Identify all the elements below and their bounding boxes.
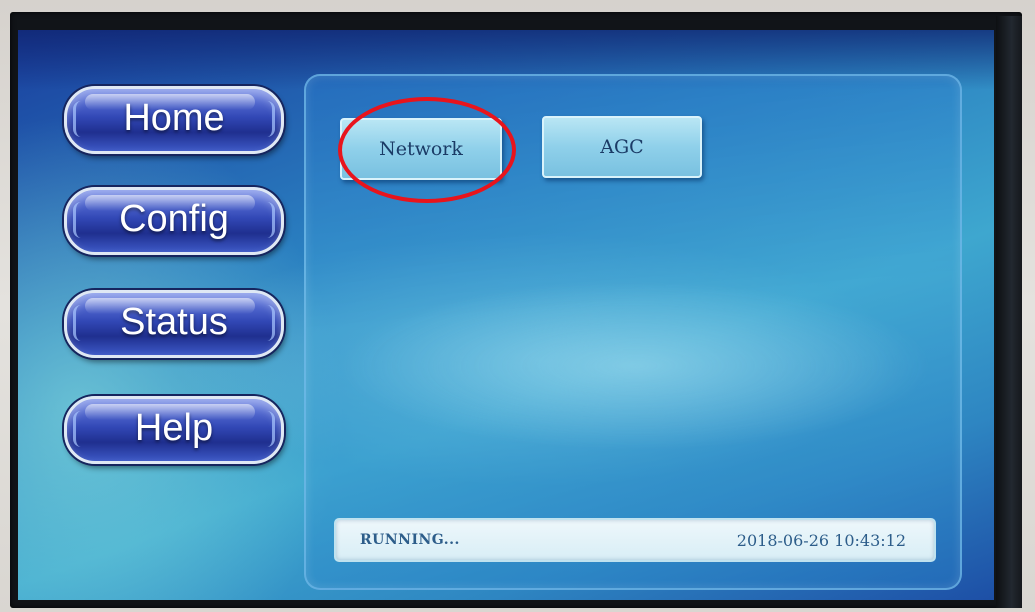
button-bracket-right	[262, 202, 275, 238]
home-button[interactable]: Home	[64, 86, 284, 154]
button-bracket-right	[262, 101, 275, 137]
status-bar: RUNNING... 2018-06-26 10:43:12	[334, 518, 936, 562]
button-bracket-left	[73, 411, 86, 447]
highlight-annotation-circle	[338, 97, 516, 203]
button-bracket-right	[262, 305, 275, 341]
device-frame-edge	[996, 16, 1022, 608]
agc-button[interactable]: AGC	[542, 116, 702, 178]
help-button-label: Help	[134, 406, 214, 449]
help-button[interactable]: Help	[64, 396, 284, 464]
button-bracket-right	[262, 411, 275, 447]
config-button[interactable]: Config	[64, 187, 284, 255]
config-button-label: Config	[119, 197, 229, 240]
status-button[interactable]: Status	[64, 290, 284, 358]
status-button-label: Status	[120, 300, 228, 343]
button-bracket-left	[73, 305, 86, 341]
hmi-screen: Home Config Status Help Network AGC RUNN…	[18, 30, 994, 600]
button-bracket-left	[73, 202, 86, 238]
status-text: RUNNING...	[360, 532, 460, 548]
button-bracket-left	[73, 101, 86, 137]
status-datetime: 2018-06-26 10:43:12	[736, 530, 906, 550]
agc-button-label: AGC	[600, 136, 644, 158]
home-button-label: Home	[123, 96, 225, 139]
